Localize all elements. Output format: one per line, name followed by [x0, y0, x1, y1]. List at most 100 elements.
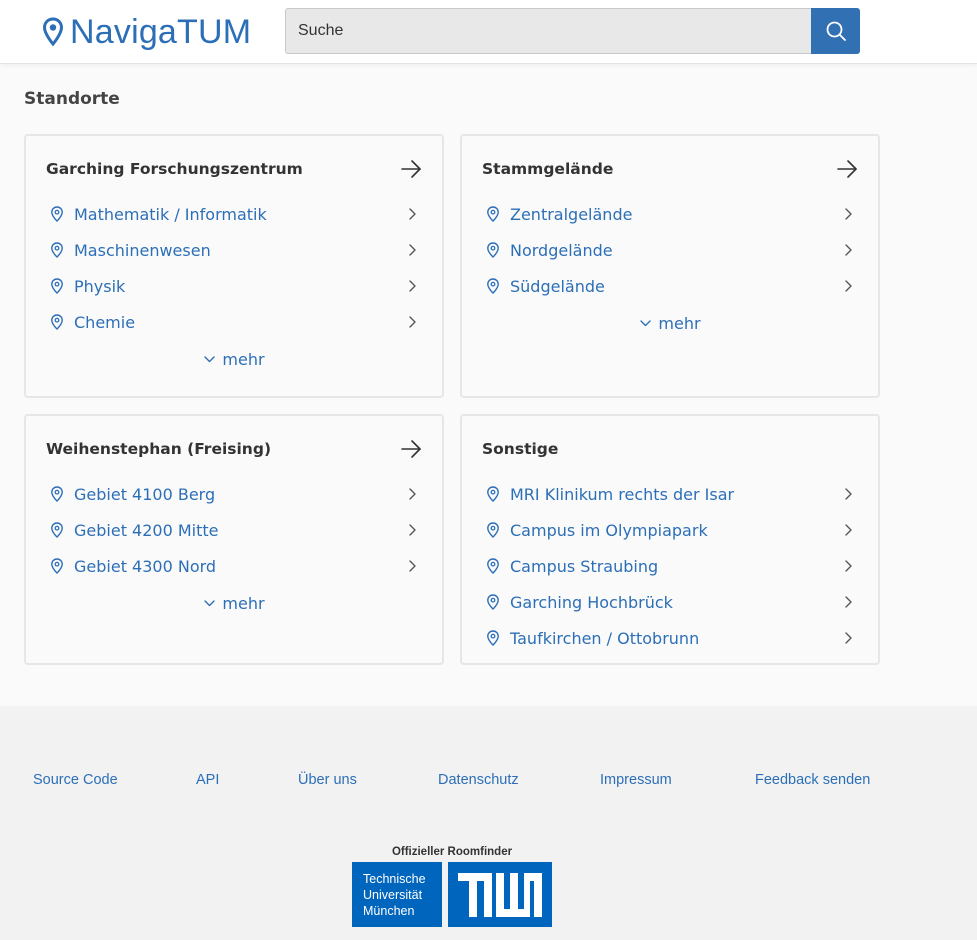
footer: Source Code API Über uns Datenschutz Imp…	[0, 706, 977, 940]
location-card-sonstige: Sonstige MRI Klinikum rechts der Isar Ca…	[460, 414, 880, 665]
more-label: mehr	[222, 349, 265, 369]
more-button[interactable]: mehr	[26, 591, 442, 615]
footer-link-privacy[interactable]: Datenschutz	[438, 772, 519, 788]
map-pin-icon	[51, 278, 63, 294]
list-item[interactable]: Chemie	[46, 304, 422, 340]
list-item-label: Gebiet 4200 Mitte	[74, 520, 219, 540]
tum-logo[interactable]	[448, 862, 552, 927]
search-bar	[285, 8, 860, 54]
chevron-right-icon	[845, 632, 852, 644]
location-card-garching: Garching Forschungszentrum Mathematik / …	[24, 134, 444, 398]
list-item-label: Zentralgelände	[510, 204, 633, 224]
list-item[interactable]: Gebiet 4200 Mitte	[46, 512, 422, 548]
list-item[interactable]: Maschinenwesen	[46, 232, 422, 268]
footer-link-api[interactable]: API	[196, 772, 219, 788]
chevron-right-icon	[409, 560, 416, 572]
list-item-label: Taufkirchen / Ottobrunn	[510, 628, 700, 648]
more-button[interactable]: mehr	[26, 347, 442, 371]
chevron-right-icon	[409, 280, 416, 292]
search-input[interactable]	[285, 8, 811, 54]
list-item[interactable]: Zentralgelände	[482, 196, 858, 232]
card-title: Sonstige	[482, 440, 559, 458]
arrow-right-icon[interactable]	[400, 158, 422, 180]
list-item-label: Nordgelände	[510, 240, 613, 260]
list-item-label: MRI Klinikum rechts der Isar	[510, 484, 735, 504]
map-pin-icon	[51, 314, 63, 330]
more-label: mehr	[222, 593, 265, 613]
chevron-right-icon	[845, 560, 852, 572]
list-item[interactable]: Gebiet 4100 Berg	[46, 476, 422, 512]
chevron-right-icon	[409, 244, 416, 256]
list-item-label: Gebiet 4300 Nord	[74, 556, 217, 576]
list-item-label: Mathematik / Informatik	[74, 204, 267, 224]
map-pin-icon	[487, 594, 499, 610]
map-pin-icon	[51, 206, 63, 222]
list-item-label: Südgelände	[510, 276, 605, 296]
chevron-right-icon	[845, 524, 852, 536]
chevron-right-icon	[409, 488, 416, 500]
list-item[interactable]: Physik	[46, 268, 422, 304]
list-item-label: Chemie	[74, 312, 136, 332]
chevron-down-icon	[204, 600, 216, 607]
location-card-weihenstephan: Weihenstephan (Freising) Gebiet 4100 Ber…	[24, 414, 444, 665]
footer-link-about[interactable]: Über uns	[298, 772, 357, 788]
list-item-label: Campus im Olympiapark	[510, 520, 708, 540]
list-item-label: Physik	[74, 276, 126, 296]
list-item[interactable]: Gebiet 4300 Nord	[46, 548, 422, 584]
list-item[interactable]: Südgelände	[482, 268, 858, 304]
card-title[interactable]: Weihenstephan (Freising)	[46, 440, 271, 458]
map-pin-icon	[51, 486, 63, 502]
university-name[interactable]: Technische Universität München	[352, 862, 442, 927]
map-pin-icon	[487, 522, 499, 538]
map-pin-icon	[487, 278, 499, 294]
search-icon	[826, 21, 846, 41]
more-label: mehr	[658, 313, 701, 333]
list-item[interactable]: MRI Klinikum rechts der Isar	[482, 476, 858, 512]
map-pin-icon	[487, 206, 499, 222]
list-item-label: Gebiet 4100 Berg	[74, 484, 216, 504]
chevron-right-icon	[845, 488, 852, 500]
map-pin-icon	[51, 242, 63, 258]
map-pin-icon	[51, 522, 63, 538]
list-item[interactable]: Mathematik / Informatik	[46, 196, 422, 232]
header: NavigaTUM	[0, 0, 977, 64]
logo-link[interactable]: NavigaTUM	[42, 13, 251, 51]
footer-link-imprint[interactable]: Impressum	[600, 772, 672, 788]
footer-link-feedback[interactable]: Feedback senden	[755, 772, 870, 788]
map-pin-icon	[42, 17, 64, 47]
list-item[interactable]: Campus Straubing	[482, 548, 858, 584]
list-item-label: Maschinenwesen	[74, 240, 211, 260]
more-button[interactable]: mehr	[462, 311, 878, 335]
footer-links: Source Code API Über uns Datenschutz Imp…	[0, 772, 977, 792]
chevron-right-icon	[409, 524, 416, 536]
map-pin-icon	[487, 486, 499, 502]
card-title[interactable]: Garching Forschungszentrum	[46, 160, 303, 178]
chevron-down-icon	[204, 356, 216, 363]
tum-logo-icon	[458, 872, 542, 917]
chevron-right-icon	[845, 244, 852, 256]
chevron-down-icon	[640, 320, 652, 327]
chevron-right-icon	[409, 208, 416, 220]
search-button[interactable]	[811, 8, 860, 54]
list-item[interactable]: Nordgelände	[482, 232, 858, 268]
list-item-label: Garching Hochbrück	[510, 592, 673, 612]
list-item[interactable]: Taufkirchen / Ottobrunn	[482, 620, 858, 656]
list-item[interactable]: Campus im Olympiapark	[482, 512, 858, 548]
card-title[interactable]: Stammgelände	[482, 160, 613, 178]
chevron-right-icon	[845, 208, 852, 220]
map-pin-icon	[51, 558, 63, 574]
chevron-right-icon	[845, 596, 852, 608]
list-item[interactable]: Garching Hochbrück	[482, 584, 858, 620]
logo-text: NavigaTUM	[70, 12, 252, 51]
location-card-stammgelaende: Stammgelände Zentralgelände Nordgelände …	[460, 134, 880, 398]
footer-link-source-code[interactable]: Source Code	[33, 772, 118, 788]
official-roomfinder-label: Offizieller Roomfinder	[391, 846, 513, 858]
arrow-right-icon[interactable]	[836, 158, 858, 180]
section-title: Standorte	[24, 89, 120, 109]
list-item-label: Campus Straubing	[510, 556, 659, 576]
map-pin-icon	[487, 242, 499, 258]
chevron-right-icon	[845, 280, 852, 292]
arrow-right-icon[interactable]	[400, 438, 422, 460]
chevron-right-icon	[409, 316, 416, 328]
map-pin-icon	[487, 630, 499, 646]
